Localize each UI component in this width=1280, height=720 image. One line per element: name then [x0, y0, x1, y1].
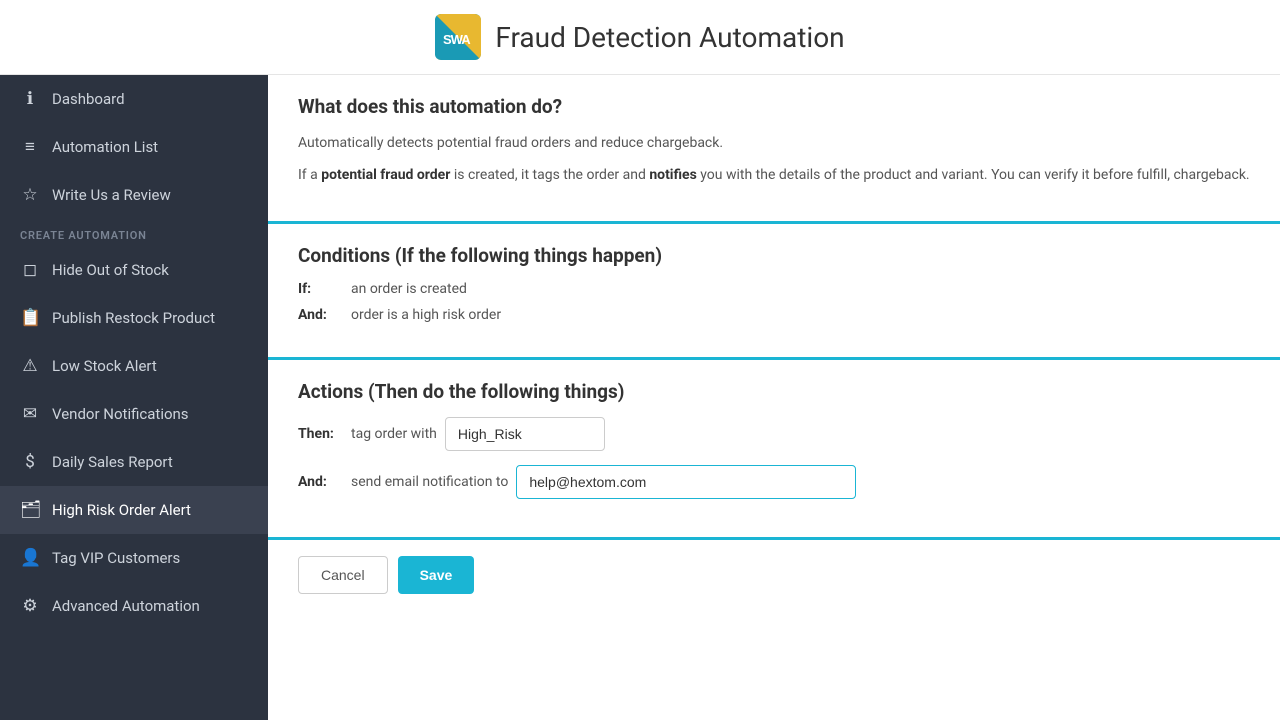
sidebar-item-vendor-notifications[interactable]: ✉ Vendor Notifications: [0, 390, 268, 438]
bold-notifies: notifies: [649, 167, 696, 183]
button-row: Cancel Save: [268, 540, 1280, 610]
sidebar-item-automation-list[interactable]: ≡ Automation List: [0, 123, 268, 171]
what-desc1: Automatically detects potential fraud or…: [298, 132, 1250, 154]
save-button[interactable]: Save: [398, 556, 475, 594]
info-icon: ℹ: [20, 89, 40, 109]
layout: ℹ Dashboard ≡ Automation List ☆ Write Us…: [0, 75, 1280, 720]
action-and-text: send email notification to: [351, 474, 508, 490]
page-title: Fraud Detection Automation: [495, 21, 844, 54]
create-automation-label: CREATE AUTOMATION: [0, 219, 268, 246]
sidebar-item-advanced-automation[interactable]: ⚙ Advanced Automation: [0, 582, 268, 630]
action-then-text: tag order with: [351, 426, 437, 442]
action-and-label: And:: [298, 474, 343, 490]
warning-icon: ⚠: [20, 356, 40, 376]
action-row-and: And: send email notification to: [298, 465, 1250, 499]
actions-title: Actions (Then do the following things): [298, 380, 1250, 403]
condition-and-label: And:: [298, 307, 343, 323]
sidebar-item-high-risk-order[interactable]: 🗂 High Risk Order Alert: [0, 486, 268, 534]
svg-text:SWA: SWA: [443, 32, 471, 47]
condition-if-text: an order is created: [351, 281, 467, 297]
sidebar-item-hide-out-of-stock[interactable]: ◻ Hide Out of Stock: [0, 246, 268, 294]
sidebar: ℹ Dashboard ≡ Automation List ☆ Write Us…: [0, 75, 268, 720]
condition-row-and: And: order is a high risk order: [298, 307, 1250, 323]
conditions-section: Conditions (If the following things happ…: [268, 224, 1280, 360]
what-desc2: If a potential fraud order is created, i…: [298, 164, 1250, 186]
list-icon: ≡: [20, 137, 40, 157]
dollar-icon: $: [20, 452, 40, 472]
action-then-label: Then:: [298, 426, 343, 442]
header: SWA Fraud Detection Automation: [0, 0, 1280, 75]
sidebar-item-publish-restock[interactable]: 📋 Publish Restock Product: [0, 294, 268, 342]
clipboard-icon: 📋: [20, 308, 40, 328]
main-content: What does this automation do? Automatica…: [268, 75, 1280, 720]
mail-icon: ✉: [20, 404, 40, 424]
logo: SWA: [435, 14, 481, 60]
cancel-button[interactable]: Cancel: [298, 556, 388, 594]
what-section: What does this automation do? Automatica…: [268, 75, 1280, 224]
sidebar-item-low-stock-alert[interactable]: ⚠ Low Stock Alert: [0, 342, 268, 390]
condition-row-if: If: an order is created: [298, 281, 1250, 297]
sidebar-item-tag-vip[interactable]: 👤 Tag VIP Customers: [0, 534, 268, 582]
condition-and-text: order is a high risk order: [351, 307, 501, 323]
sidebar-item-write-review[interactable]: ☆ Write Us a Review: [0, 171, 268, 219]
conditions-title: Conditions (If the following things happ…: [298, 244, 1250, 267]
star-icon: ☆: [20, 185, 40, 205]
gear-icon: ⚙: [20, 596, 40, 616]
what-section-title: What does this automation do?: [298, 95, 1250, 118]
sidebar-item-dashboard[interactable]: ℹ Dashboard: [0, 75, 268, 123]
action-row-then: Then: tag order with: [298, 417, 1250, 451]
folder-icon: 🗂: [20, 500, 40, 520]
actions-section: Actions (Then do the following things) T…: [268, 360, 1280, 540]
bold-fraud-order: potential fraud order: [321, 167, 450, 183]
tag-input[interactable]: [445, 417, 605, 451]
user-icon: 👤: [20, 548, 40, 568]
condition-if-label: If:: [298, 281, 343, 297]
sidebar-item-daily-sales-report[interactable]: $ Daily Sales Report: [0, 438, 268, 486]
box-icon: ◻: [20, 260, 40, 280]
email-input[interactable]: [516, 465, 856, 499]
